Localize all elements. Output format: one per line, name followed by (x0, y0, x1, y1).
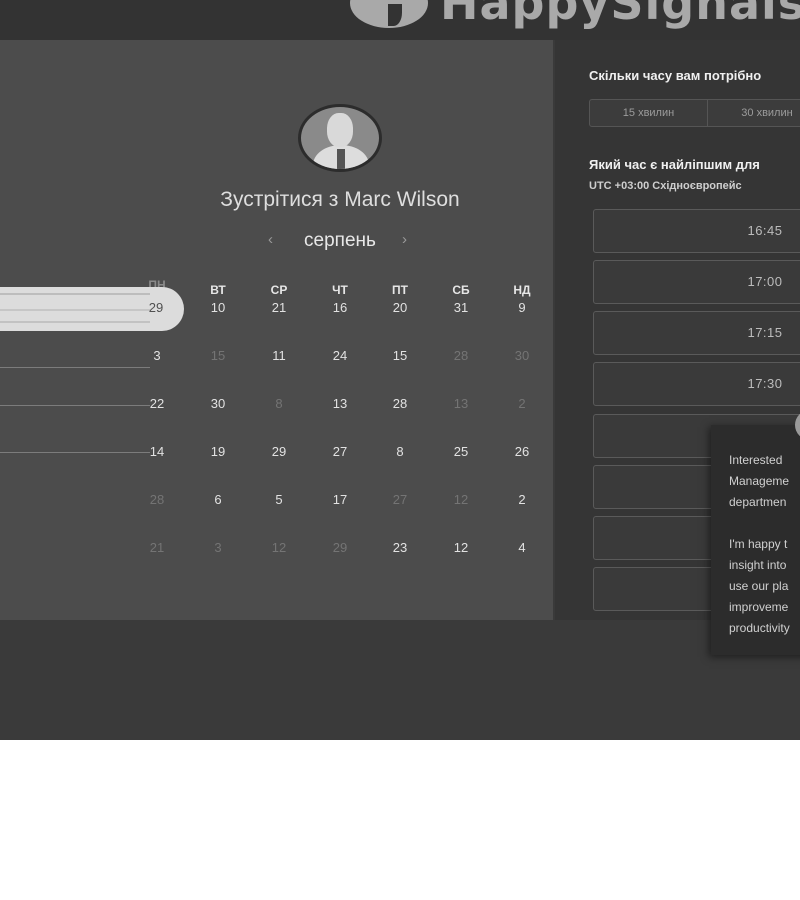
time-slot-button[interactable]: 16:45 (593, 209, 800, 253)
calendar-day[interactable]: 23 (382, 540, 418, 555)
calendar-day[interactable]: 22 (139, 396, 175, 411)
duration-15-button[interactable]: 15 хвилин (590, 100, 708, 126)
meeting-title: Зустрітися з Marc Wilson (220, 188, 460, 211)
logo-text: HappySignals (440, 0, 800, 30)
calendar-day[interactable]: 21 (261, 300, 297, 315)
chat-message: Interested Manageme departmen I'm happy … (729, 453, 790, 635)
avatar (298, 104, 382, 172)
app-window: HappySignals Зустрітися з Marc Wilson ‹ … (0, 0, 800, 740)
month-navigation: ‹ серпень › (240, 230, 440, 254)
weekday-header: ВТ (210, 283, 226, 297)
calendar-day: 28 (149, 492, 165, 507)
avatar-face (327, 113, 353, 147)
time-slot-label: 17:15 (747, 325, 783, 340)
calendar-day: 27 (392, 492, 408, 507)
timezone-label: UTC +03:00 Східноєвропейс (589, 180, 742, 192)
avatar-tie (337, 149, 345, 169)
selected-day-number[interactable]: 29 (138, 300, 174, 315)
time-question: Який час є найліпшим для (589, 157, 760, 172)
calendar-day[interactable]: 27 (322, 444, 358, 459)
calendar-day: 8 (275, 396, 283, 411)
weekday-header: НД (513, 283, 531, 297)
calendar-day[interactable]: 9 (504, 300, 540, 315)
calendar-day[interactable]: 10 (200, 300, 236, 315)
time-slot-button[interactable]: 17:15 (593, 311, 800, 355)
calendar-day: 29 (332, 540, 348, 555)
logo-icon (350, 0, 428, 28)
calendar-day[interactable]: 13 (322, 396, 358, 411)
calendar-day[interactable]: 28 (382, 396, 418, 411)
calendar-day[interactable]: 20 (382, 300, 418, 315)
row-divider (0, 367, 150, 368)
calendar-day[interactable]: 5 (261, 492, 297, 507)
calendar-day: 12 (271, 540, 287, 555)
calendar-day[interactable]: 17 (322, 492, 358, 507)
calendar-day[interactable]: 25 (443, 444, 479, 459)
weekday-header: ПТ (392, 283, 408, 297)
weekday-header: ЧТ (332, 283, 348, 297)
duration-selector: 15 хвилин 30 хвилин (589, 99, 800, 127)
highlight-stripe (0, 309, 150, 311)
calendar-day[interactable]: 12 (443, 540, 479, 555)
calendar-day: 28 (453, 348, 469, 363)
calendar-day[interactable]: 6 (200, 492, 236, 507)
calendar-day: 13 (453, 396, 469, 411)
calendar-day[interactable]: 16 (322, 300, 358, 315)
calendar-day[interactable]: 24 (322, 348, 358, 363)
highlight-stripe (0, 321, 150, 323)
row-divider (0, 405, 150, 406)
calendar-panel: Зустрітися з Marc Wilson ‹ серпень › ПН … (0, 40, 553, 620)
calendar-day[interactable]: 14 (139, 444, 175, 459)
time-slot-label: 17:00 (747, 274, 783, 289)
weekday-header: СР (270, 283, 288, 297)
duration-30-button[interactable]: 30 хвилин (708, 100, 800, 126)
time-slot-button[interactable]: 17:00 (593, 260, 800, 304)
month-label: серпень (304, 230, 376, 251)
time-slot-label: 16:45 (747, 223, 783, 238)
calendar-day[interactable]: 4 (504, 540, 540, 555)
time-slot-button[interactable]: 17:30 (593, 362, 800, 406)
calendar-day[interactable]: 8 (382, 444, 418, 459)
calendar-day: 3 (214, 540, 222, 555)
calendar-day[interactable]: 19 (200, 444, 236, 459)
calendar-day: 15 (210, 348, 226, 363)
duration-question: Скільки часу вам потрібно (589, 68, 762, 83)
weekday-header: СБ (452, 283, 470, 297)
footer-band (0, 620, 800, 740)
calendar-day[interactable]: 11 (261, 348, 297, 363)
row-divider (0, 452, 150, 453)
calendar-day[interactable]: 26 (504, 444, 540, 459)
calendar-day[interactable]: 29 (261, 444, 297, 459)
chat-popup[interactable]: Interested Manageme departmen I'm happy … (711, 425, 800, 655)
next-month-icon[interactable]: › (402, 231, 407, 248)
calendar-day[interactable]: 30 (200, 396, 236, 411)
calendar-day[interactable]: 15 (382, 348, 418, 363)
calendar-day: 2 (518, 396, 526, 411)
highlight-stripe (0, 293, 150, 295)
calendar-day[interactable]: 31 (443, 300, 479, 315)
calendar-day: 21 (149, 540, 165, 555)
calendar-day[interactable]: 3 (139, 348, 175, 363)
header-bar: HappySignals (0, 0, 800, 40)
calendar-day: 30 (514, 348, 530, 363)
calendar-day[interactable]: 2 (504, 492, 540, 507)
time-slot-label: 17:30 (747, 376, 783, 391)
calendar-day: 12 (453, 492, 469, 507)
